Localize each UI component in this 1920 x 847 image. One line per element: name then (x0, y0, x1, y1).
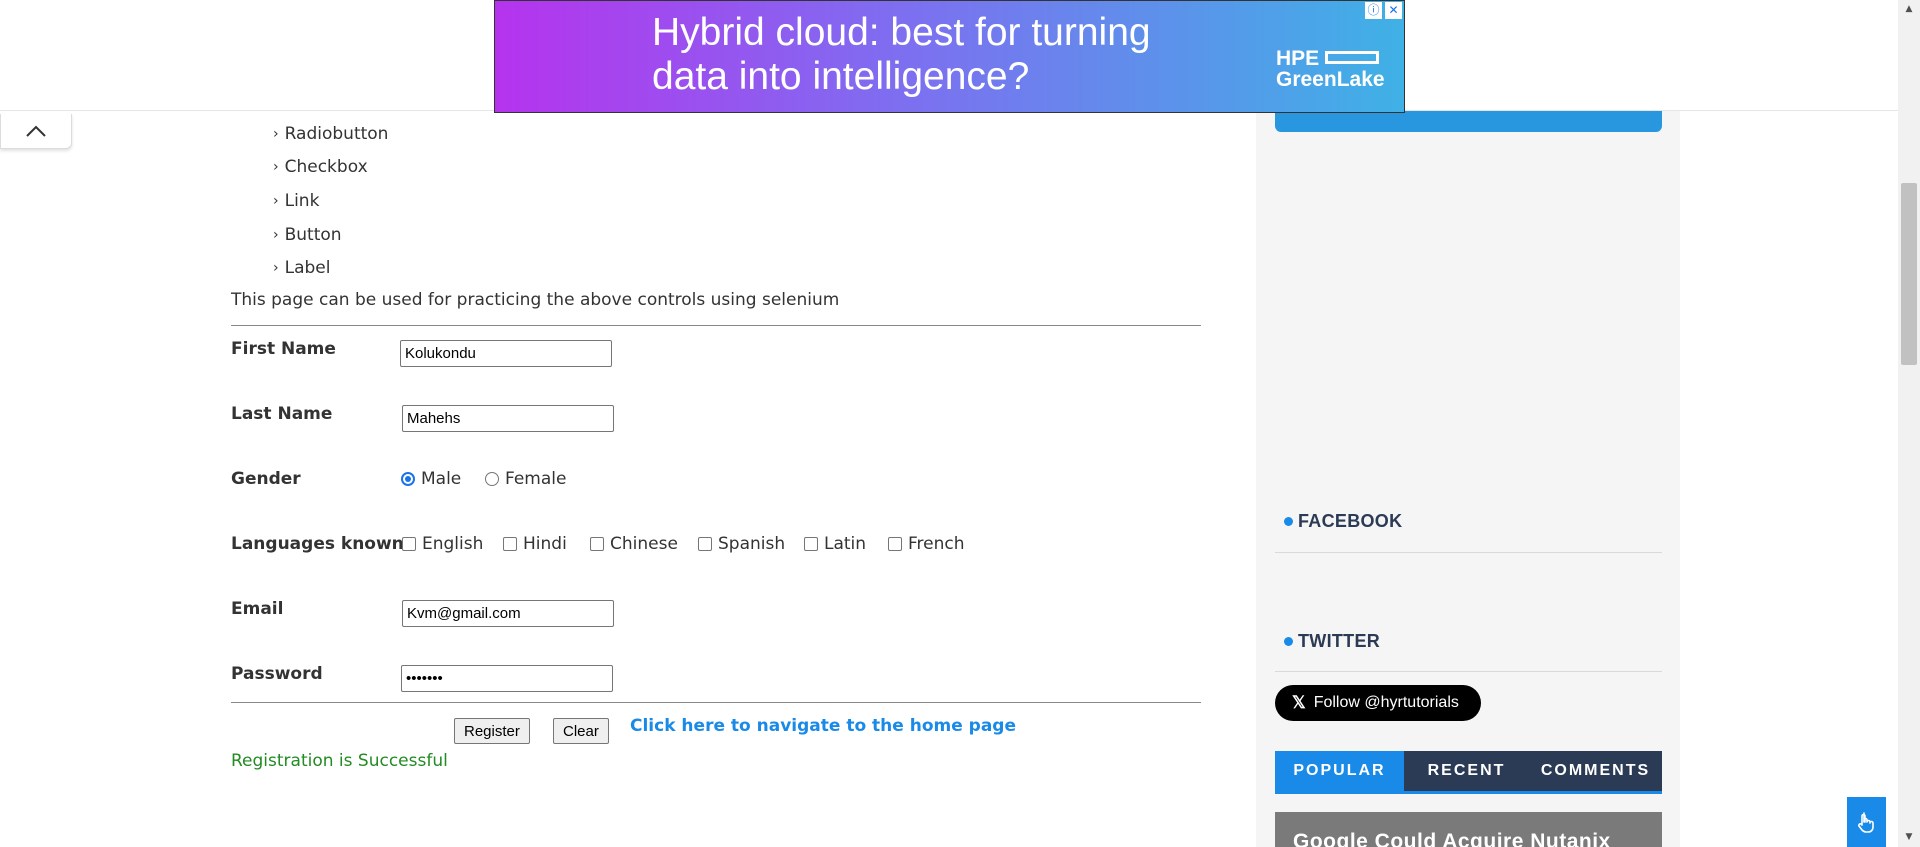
list-item: › Checkbox (273, 151, 388, 185)
language-option-spanish[interactable]: Spanish (698, 534, 785, 554)
english-checkbox-label: English (422, 534, 484, 554)
sidebar-tabs: POPULAR RECENT COMMENTS (1275, 751, 1662, 794)
controls-list: › Radiobutton › Checkbox › Link › Button › La… (273, 117, 388, 285)
chevron-right-icon: › (273, 159, 279, 176)
language-option-french[interactable]: French (888, 534, 965, 554)
ad-brand-line2: GreenLake (1276, 68, 1385, 91)
english-checkbox[interactable] (402, 537, 416, 551)
language-option-english[interactable]: English (402, 534, 483, 554)
chinese-checkbox[interactable] (590, 537, 604, 551)
scroll-to-top-button[interactable] (0, 114, 72, 149)
list-item: › Link (273, 184, 388, 218)
clear-button[interactable]: Clear (553, 718, 609, 744)
divider (1275, 671, 1662, 672)
male-radio[interactable] (401, 472, 415, 486)
first-name-label: First Name (231, 339, 336, 359)
language-option-chinese[interactable]: Chinese (590, 534, 678, 554)
email-label: Email (231, 599, 284, 619)
list-item-label: Checkbox (284, 157, 368, 178)
ad-controls: ⓘ ✕ (1365, 2, 1402, 19)
chevron-up-icon (26, 125, 46, 137)
tab-comments[interactable]: COMMENTS (1529, 751, 1662, 791)
chevron-right-icon: › (273, 226, 279, 243)
twitter-follow-button[interactable]: 𝕏 Follow @hyrtutorials (1275, 685, 1481, 721)
tab-popular[interactable]: POPULAR (1275, 751, 1404, 791)
popular-post-card[interactable]: Google Could Acquire Nutanix (1275, 812, 1662, 847)
floating-action-button[interactable] (1847, 797, 1886, 847)
home-page-link[interactable]: Click here to navigate to the home page (630, 716, 1016, 736)
first-name-field[interactable] (400, 340, 612, 367)
list-item: › Label (273, 251, 388, 285)
last-name-label: Last Name (231, 404, 333, 424)
list-item: › Button (273, 218, 388, 252)
ad-brand-bar (1325, 51, 1380, 64)
tab-recent[interactable]: RECENT (1404, 751, 1529, 791)
ad-headline[interactable]: Hybrid cloud: best for turning data into… (652, 11, 1212, 99)
email-field[interactable] (402, 600, 614, 627)
hindi-checkbox[interactable] (503, 537, 517, 551)
bullet-dot-icon (1284, 637, 1293, 646)
languages-label: Languages known (231, 534, 404, 554)
ad-banner[interactable]: Hybrid cloud: best for turning data into… (494, 0, 1405, 113)
language-option-hindi[interactable]: Hindi (503, 534, 567, 554)
divider (231, 325, 1201, 326)
french-checkbox-label: French (908, 534, 965, 554)
language-option-latin[interactable]: Latin (804, 534, 866, 554)
latin-checkbox[interactable] (804, 537, 818, 551)
registration-status-message: Registration is Successful (231, 751, 448, 771)
chinese-checkbox-label: Chinese (610, 534, 678, 554)
female-radio-label: Female (505, 469, 567, 489)
french-checkbox[interactable] (888, 537, 902, 551)
spanish-checkbox[interactable] (698, 537, 712, 551)
password-field[interactable] (401, 665, 613, 692)
gender-male-option[interactable]: Male (401, 469, 461, 489)
facebook-heading: FACEBOOK (1284, 511, 1402, 532)
scroll-up-arrow-icon[interactable]: ▲ (1902, 2, 1916, 16)
hand-pointer-icon (1857, 812, 1874, 833)
female-radio[interactable] (485, 472, 499, 486)
password-label: Password (231, 664, 323, 684)
chevron-right-icon: › (273, 125, 279, 142)
post-title[interactable]: Google Could Acquire Nutanix (1293, 830, 1611, 847)
hindi-checkbox-label: Hindi (523, 534, 567, 554)
twitter-heading-label: TWITTER (1298, 631, 1381, 651)
register-button[interactable]: Register (454, 718, 530, 744)
latin-checkbox-label: Latin (824, 534, 867, 554)
page-scrollbar[interactable] (1898, 0, 1920, 847)
x-logo-icon: 𝕏 (1292, 693, 1306, 712)
list-item-label: Link (284, 190, 320, 211)
gender-female-option[interactable]: Female (485, 469, 566, 489)
list-item: › Radiobutton (273, 117, 388, 151)
list-item-label: Radiobutton (284, 123, 389, 144)
ad-brand-logo[interactable]: HPE GreenLake (1276, 48, 1385, 90)
twitter-heading: TWITTER (1284, 631, 1380, 652)
close-icon[interactable]: ✕ (1385, 2, 1402, 19)
list-item-label: Button (284, 224, 342, 245)
divider (1275, 552, 1662, 553)
chevron-right-icon: › (273, 260, 279, 277)
facebook-heading-label: FACEBOOK (1298, 511, 1403, 531)
ad-brand-line1: HPE (1276, 47, 1320, 70)
twitter-follow-label: Follow @hyrtutorials (1313, 694, 1459, 711)
gender-label: Gender (231, 469, 301, 489)
scroll-down-arrow-icon[interactable]: ▼ (1902, 830, 1916, 844)
last-name-field[interactable] (402, 405, 614, 432)
bullet-dot-icon (1284, 517, 1293, 526)
info-icon[interactable]: ⓘ (1365, 2, 1382, 19)
divider (231, 702, 1201, 703)
male-radio-label: Male (421, 469, 462, 489)
list-item-label: Label (284, 258, 331, 279)
spanish-checkbox-label: Spanish (718, 534, 786, 554)
chevron-right-icon: › (273, 192, 279, 209)
page-description: This page can be used for practicing the… (231, 290, 840, 310)
scrollbar-thumb[interactable] (1901, 183, 1917, 365)
